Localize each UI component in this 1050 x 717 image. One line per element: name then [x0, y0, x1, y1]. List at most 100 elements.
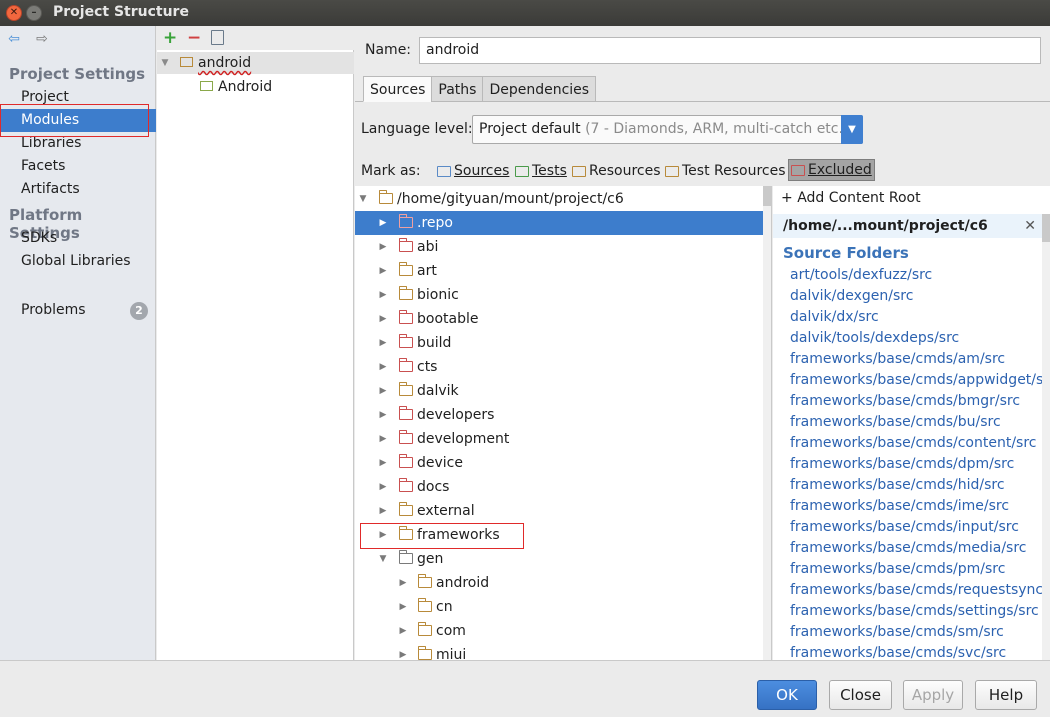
language-level-select[interactable]: Project default (7 - Diamonds, ARM, mult… — [472, 115, 863, 144]
tree-row[interactable]: ▶ external — [355, 499, 771, 523]
frameworks-highlight-box — [360, 523, 524, 549]
tree-row[interactable]: ▶ android — [355, 571, 771, 595]
source-folder-link[interactable]: frameworks/base/cmds/bu/src — [790, 414, 1001, 430]
expand-arrow-icon[interactable]: ▶ — [398, 643, 408, 660]
expand-arrow-icon[interactable]: ▶ — [398, 619, 408, 643]
source-folder-link[interactable]: frameworks/base/cmds/pm/src — [790, 561, 1005, 577]
source-folder-link[interactable]: frameworks/base/cmds/requestsync — [790, 582, 1043, 598]
module-name-field[interactable]: android — [419, 37, 1041, 64]
source-folder-link[interactable]: frameworks/base/cmds/content/src — [790, 435, 1036, 451]
back-arrow-icon[interactable]: ⇦ — [6, 31, 22, 47]
expand-arrow-icon[interactable]: ▶ — [378, 379, 388, 403]
add-content-root-button[interactable]: + Add Content Root — [781, 190, 921, 206]
tree-row[interactable]: ▶ bionic — [355, 283, 771, 307]
source-folder-link[interactable]: frameworks/base/cmds/settings/src — [790, 603, 1039, 619]
tree-root-row[interactable]: ▼ /home/gityuan/mount/project/c6 — [355, 187, 771, 211]
tree-row[interactable]: ▶ art — [355, 259, 771, 283]
tree-row[interactable]: ▶ docs — [355, 475, 771, 499]
source-folder-link[interactable]: frameworks/base/cmds/ime/src — [790, 498, 1009, 514]
tree-row[interactable]: ▶ miui — [355, 643, 771, 660]
expand-arrow-icon[interactable]: ▶ — [378, 235, 388, 259]
nav-item-sdks[interactable]: SDKs — [0, 227, 156, 250]
source-folder-link[interactable]: frameworks/base/cmds/hid/src — [790, 477, 1005, 493]
mark-tests-button[interactable]: Tests — [515, 160, 567, 182]
tree-scrollbar[interactable] — [763, 186, 771, 660]
mark-test-resources-button[interactable]: Test Resources — [665, 160, 786, 182]
excluded-folder-icon — [398, 238, 413, 252]
source-folder-link[interactable]: art/tools/dexfuzz/src — [790, 267, 932, 283]
root-panel-scrollbar[interactable] — [1042, 214, 1050, 660]
source-folder-link[interactable]: frameworks/base/cmds/svc/src — [790, 645, 1006, 660]
expand-arrow-icon[interactable]: ▶ — [378, 451, 388, 475]
copy-icon[interactable] — [211, 30, 224, 45]
expand-arrow-icon[interactable]: ▶ — [378, 283, 388, 307]
source-folder-link[interactable]: frameworks/base/cmds/media/src — [790, 540, 1027, 556]
tree-row[interactable]: ▶ developers — [355, 403, 771, 427]
expand-arrow-icon[interactable]: ▶ — [378, 355, 388, 379]
remove-icon[interactable]: − — [187, 28, 201, 48]
tree-row[interactable]: ▶ abi — [355, 235, 771, 259]
source-folder-link[interactable]: frameworks/base/cmds/appwidget/s — [790, 372, 1043, 388]
folder-icon — [398, 502, 413, 516]
expand-arrow-icon[interactable]: ▶ — [378, 475, 388, 499]
source-folder-link[interactable]: frameworks/base/cmds/input/src — [790, 519, 1019, 535]
sources-folder-icon — [437, 165, 451, 177]
module-folder-icon — [180, 57, 193, 67]
expand-arrow-icon[interactable]: ▶ — [398, 571, 408, 595]
tree-row[interactable]: ▶ device — [355, 451, 771, 475]
source-folder-link[interactable]: dalvik/tools/dexdeps/src — [790, 330, 959, 346]
modules-toolbar: + − — [157, 26, 354, 50]
nav-item-artifacts[interactable]: Artifacts — [0, 178, 156, 201]
facet-row-android[interactable]: Android — [157, 76, 354, 98]
expand-arrow-icon[interactable]: ▶ — [378, 403, 388, 427]
remove-root-icon[interactable]: ✕ — [1024, 214, 1036, 238]
dropdown-arrow-icon[interactable]: ▼ — [841, 115, 863, 144]
tree-row[interactable]: ▶ dalvik — [355, 379, 771, 403]
tree-row[interactable]: ▼ gen — [355, 547, 771, 571]
tree-row[interactable]: ▶ com — [355, 619, 771, 643]
tree-item-name: bootable — [417, 311, 479, 327]
tab-paths[interactable]: Paths — [431, 76, 484, 102]
add-icon[interactable]: + — [163, 28, 177, 48]
help-button[interactable]: Help — [975, 680, 1037, 710]
mark-resources-button[interactable]: Resources — [572, 160, 661, 182]
expand-arrow-icon[interactable]: ▶ — [378, 259, 388, 283]
module-row-android[interactable]: ▼ android — [157, 52, 354, 74]
root-panel-scroll-thumb[interactable] — [1042, 214, 1050, 242]
source-folder-link[interactable]: dalvik/dexgen/src — [790, 288, 913, 304]
expand-arrow-icon[interactable]: ▶ — [398, 595, 408, 619]
forward-arrow-icon[interactable]: ⇨ — [34, 31, 50, 47]
expand-arrow-icon[interactable]: ▶ — [378, 427, 388, 451]
tree-row[interactable]: ▶ cn — [355, 595, 771, 619]
source-folder-link[interactable]: frameworks/base/cmds/sm/src — [790, 624, 1004, 640]
collapse-arrow-icon[interactable]: ▼ — [160, 52, 170, 74]
collapse-arrow-icon[interactable]: ▼ — [358, 187, 368, 211]
mark-sources-button[interactable]: Sources — [437, 160, 509, 182]
source-folder-link[interactable]: dalvik/dx/src — [790, 309, 879, 325]
tab-sources[interactable]: Sources — [363, 76, 433, 102]
apply-button[interactable]: Apply — [903, 680, 963, 710]
source-folder-link[interactable]: frameworks/base/cmds/dpm/src — [790, 456, 1014, 472]
mark-excluded-button[interactable]: Excluded — [788, 159, 875, 181]
folder-icon — [398, 382, 413, 396]
tree-row[interactable]: ▶ bootable — [355, 307, 771, 331]
close-window-icon[interactable]: ✕ — [6, 5, 22, 21]
collapse-arrow-icon[interactable]: ▼ — [378, 547, 388, 571]
minimize-window-icon[interactable]: – — [26, 5, 42, 21]
tree-row[interactable]: ▶ development — [355, 427, 771, 451]
source-folder-link[interactable]: frameworks/base/cmds/bmgr/src — [790, 393, 1020, 409]
ok-button[interactable]: OK — [757, 680, 817, 710]
source-folder-link[interactable]: frameworks/base/cmds/am/src — [790, 351, 1005, 367]
tree-row[interactable]: ▶ .repo — [355, 211, 771, 235]
close-button[interactable]: Close — [829, 680, 892, 710]
tab-dependencies[interactable]: Dependencies — [482, 76, 597, 102]
tree-row[interactable]: ▶ cts — [355, 355, 771, 379]
expand-arrow-icon[interactable]: ▶ — [378, 499, 388, 523]
expand-arrow-icon[interactable]: ▶ — [378, 331, 388, 355]
tree-scroll-thumb[interactable] — [763, 186, 771, 206]
tree-row[interactable]: ▶ build — [355, 331, 771, 355]
expand-arrow-icon[interactable]: ▶ — [378, 307, 388, 331]
nav-item-global-libraries[interactable]: Global Libraries — [0, 250, 156, 273]
expand-arrow-icon[interactable]: ▶ — [378, 211, 388, 235]
nav-item-facets[interactable]: Facets — [0, 155, 156, 178]
